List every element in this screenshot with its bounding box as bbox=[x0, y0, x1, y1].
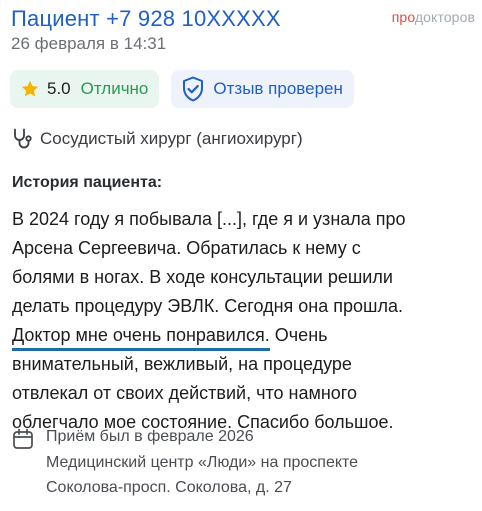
patient-story-heading: История пациента: bbox=[12, 174, 163, 191]
story-line-tail: Очень bbox=[269, 325, 328, 345]
rating-badge: 5.0 Отлично bbox=[10, 70, 160, 108]
rating-text: Отлично bbox=[80, 79, 149, 98]
story-line: болями в ногах. В ходе консультации реши… bbox=[12, 267, 393, 287]
story-line: внимательный, вежливый, на процедуре bbox=[12, 354, 352, 374]
verified-badge[interactable]: Отзыв проверен bbox=[171, 70, 354, 108]
verified-text: Отзыв проверен bbox=[213, 79, 343, 98]
story-line: делать процедуру ЭВЛК. Сегодня она прошл… bbox=[12, 296, 403, 316]
clinic-address: Соколова-просп. Соколова, д. 27 bbox=[46, 479, 292, 496]
patient-story: В 2024 году я побывала [...], где я и уз… bbox=[12, 205, 474, 437]
story-line: Арсена Сергеевича. Обратилась к нему с bbox=[12, 238, 361, 258]
shield-check-icon bbox=[183, 76, 204, 102]
story-line: В 2024 году я побывала [...], где я и уз… bbox=[12, 209, 406, 229]
brand-logo-part-doctors: докторов bbox=[414, 9, 475, 25]
specialty-row: Сосудистый хирург (ангиохирург) bbox=[12, 127, 303, 151]
brand-logo-part-pro: про bbox=[391, 9, 415, 25]
review-date: 26 февраля в 14:31 bbox=[11, 34, 167, 53]
story-line: Доктор мне очень понравился. Очень bbox=[12, 321, 474, 351]
highlighted-phrase: Доктор мне очень понравился. bbox=[12, 322, 270, 351]
star-icon bbox=[21, 80, 39, 97]
calendar-icon bbox=[13, 428, 33, 449]
story-line: отвлекал от своих действий, что намного bbox=[12, 383, 357, 403]
clinic-name[interactable]: Медицинский центр «Люди» на проспекте bbox=[46, 454, 358, 472]
stethoscope-icon bbox=[14, 128, 32, 149]
review-header: Пациент +7 928 10XXXXX 26 февраля в 14:3… bbox=[11, 6, 475, 56]
brand-logo: продокторов bbox=[392, 9, 475, 25]
badges-row: 5.0 Отлично Отзыв проверен bbox=[10, 70, 354, 108]
rating-value: 5.0 bbox=[47, 79, 71, 98]
patient-title[interactable]: Пациент +7 928 10XXXXX bbox=[11, 6, 281, 32]
visit-date: Приём был в феврале 2026 bbox=[46, 428, 254, 445]
specialty-text: Сосудистый хирург (ангиохирург) bbox=[40, 129, 303, 148]
